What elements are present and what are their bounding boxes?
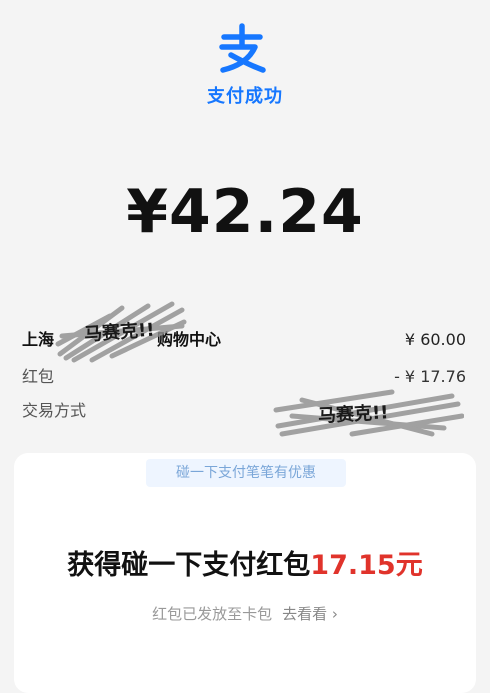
merchant-amount: ¥ 60.00 xyxy=(404,330,466,349)
merchant-name-prefix: 上海 xyxy=(22,330,55,349)
red-packet-discount: - ¥ 17.76 xyxy=(394,367,466,386)
payment-method-label: 交易方式 xyxy=(22,401,87,420)
red-packet-row: 红包 - ¥ 17.76 xyxy=(22,364,466,390)
promo-subtext: 红包已发放至卡包 xyxy=(152,605,273,623)
promo-card: 碰一下支付笔笔有优惠 获得碰一下支付红包17.15元 红包已发放至卡包 去看看 › xyxy=(14,453,476,693)
alipay-logo-icon xyxy=(216,22,268,74)
promo-headline: 获得碰一下支付红包17.15元 xyxy=(14,549,476,583)
merchant-name: 上海 购物中心 xyxy=(22,327,221,353)
promo-headline-text: 获得碰一下支付红包 xyxy=(67,550,311,581)
promo-banner: 碰一下支付笔笔有优惠 xyxy=(146,459,346,487)
payment-status-text: 支付成功 xyxy=(207,86,283,107)
promo-reward-amount: 17.15元 xyxy=(310,550,423,581)
payment-amount: ¥42.24 xyxy=(126,177,364,247)
payment-method-row: 交易方式 xyxy=(22,398,466,424)
promo-subline: 红包已发放至卡包 去看看 › xyxy=(14,603,476,624)
red-packet-label: 红包 xyxy=(22,367,55,386)
view-link[interactable]: 去看看 › xyxy=(282,605,338,623)
merchant-name-suffix: 购物中心 xyxy=(157,330,222,349)
merchant-row: 上海 购物中心 ¥ 60.00 xyxy=(22,327,466,353)
